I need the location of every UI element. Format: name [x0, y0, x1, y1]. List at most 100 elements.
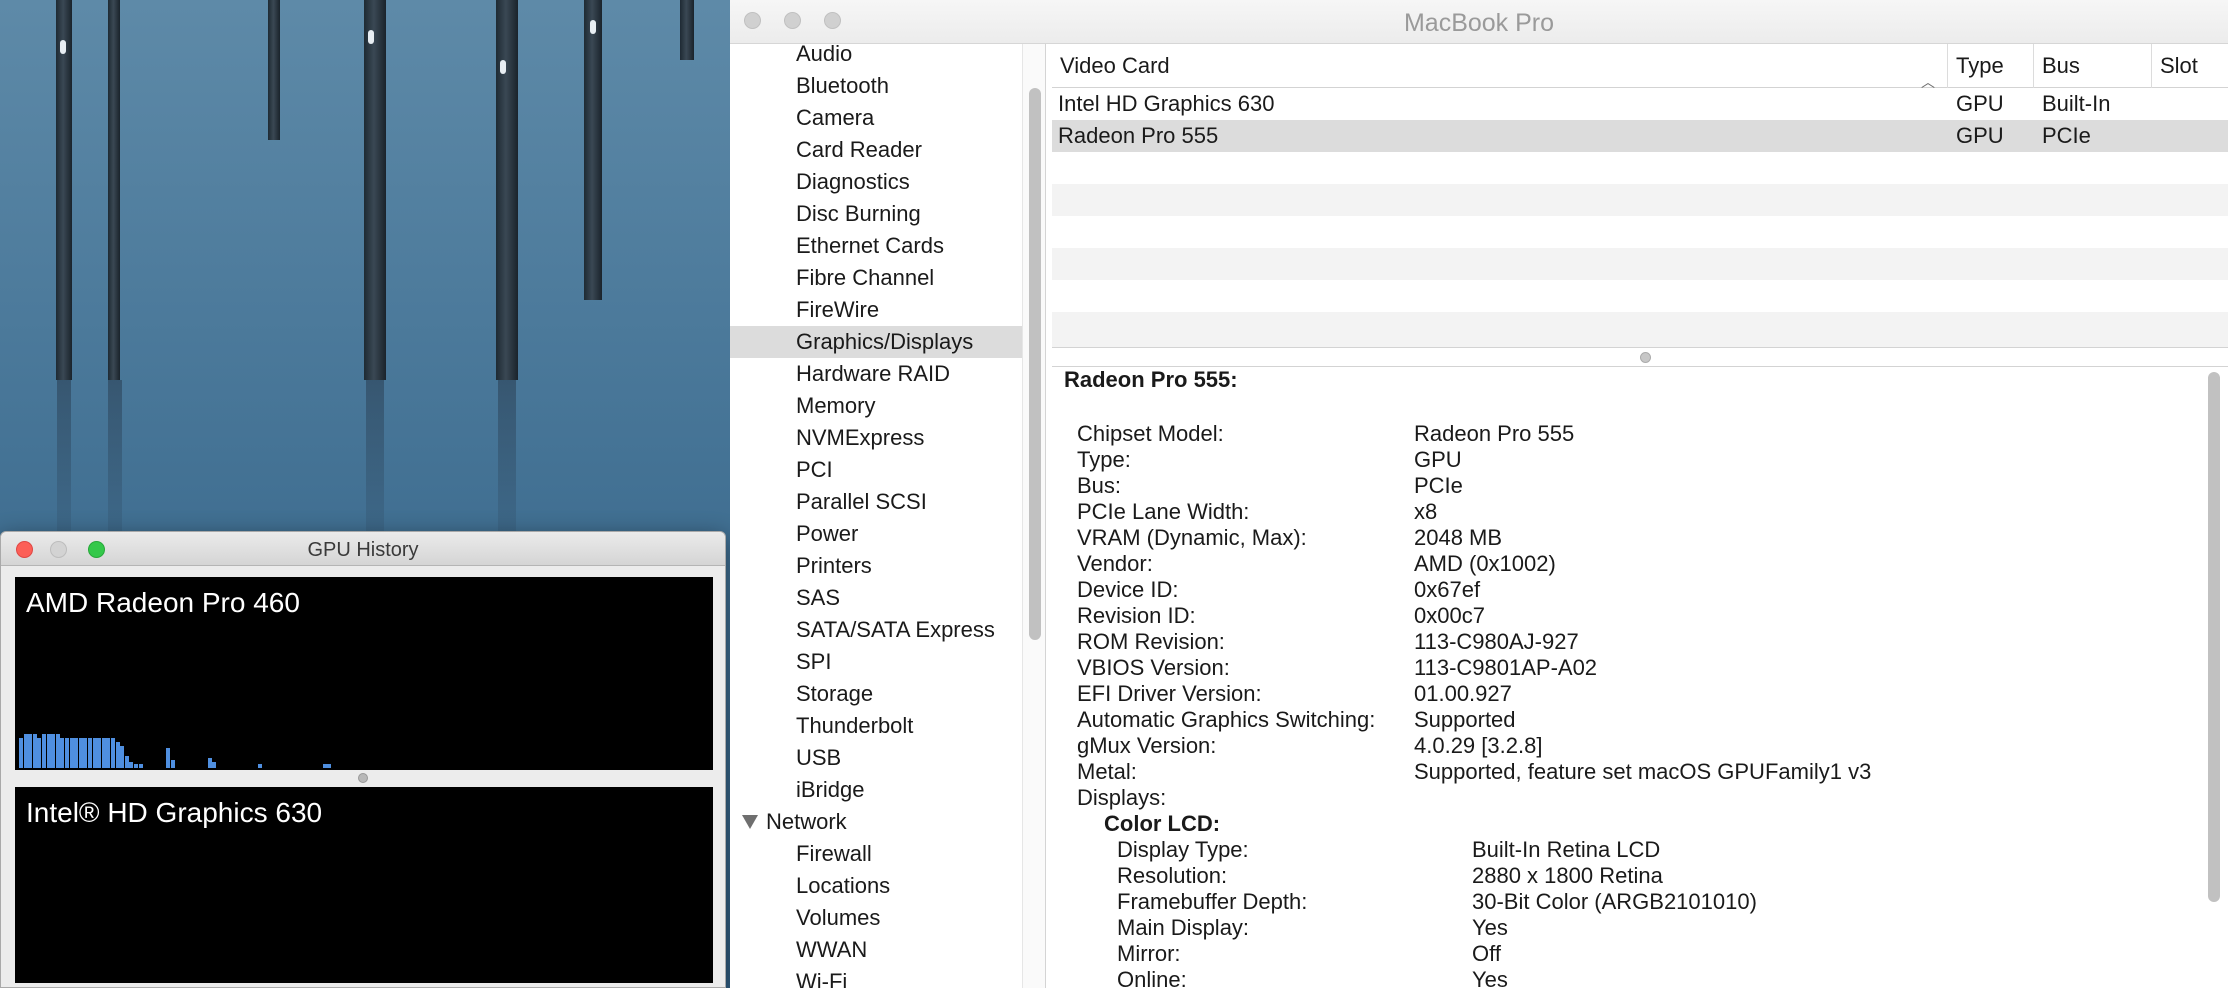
sidebar-item-label: Camera	[796, 105, 875, 130]
detail-value: PCIe	[1414, 473, 1463, 498]
sidebar-item-label: SATA/SATA Express	[796, 617, 995, 642]
sidebar-item-disc-burning[interactable]: Disc Burning	[730, 198, 1022, 230]
sidebar-item-firewall[interactable]: Firewall	[730, 838, 1022, 870]
window-titlebar[interactable]: MacBook Pro	[730, 0, 2228, 44]
column-header-type[interactable]: Type	[1948, 44, 2034, 88]
gpu-activity-bar	[120, 746, 125, 768]
sidebar-scroll-thumb[interactable]	[1029, 88, 1041, 640]
sidebar-item-wwan[interactable]: WWAN	[730, 934, 1022, 966]
sidebar-item-memory[interactable]: Memory	[730, 390, 1022, 422]
display-detail-key: Framebuffer Depth:	[1117, 889, 1308, 914]
sidebar-item-label: Printers	[796, 553, 872, 578]
sidebar-item-hardware-raid[interactable]: Hardware RAID	[730, 358, 1022, 390]
tree-trunk	[364, 0, 386, 380]
sidebar-item-ethernet-cards[interactable]: Ethernet Cards	[730, 230, 1022, 262]
sidebar-item-printers[interactable]: Printers	[730, 550, 1022, 582]
detail-value: 4.0.29 [3.2.8]	[1414, 733, 1543, 758]
detail-value: x8	[1414, 499, 1438, 524]
detail-heading: Radeon Pro 555:	[1064, 367, 1238, 392]
detail-value: Supported, feature set macOS GPUFamily1 …	[1414, 759, 1872, 784]
sidebar-item-label: Thunderbolt	[796, 713, 914, 738]
sidebar-item-sas[interactable]: SAS	[730, 582, 1022, 614]
gpu-activity-bar	[69, 738, 74, 768]
sidebar-item-camera[interactable]: Camera	[730, 102, 1022, 134]
detail-value: Radeon Pro 555	[1414, 421, 1575, 446]
video-card-table: Video Card ︿ Type Bus Slot Intel HD Grap…	[1052, 44, 2228, 347]
disclosure-triangle-icon[interactable]	[742, 815, 758, 829]
gpu-activity-bar	[19, 738, 23, 768]
cell-type: GPU	[1956, 91, 2004, 116]
column-header-slot[interactable]: Slot	[2152, 44, 2228, 88]
table-row[interactable]: Intel HD Graphics 630 GPU Built-In	[1052, 88, 2228, 120]
sidebar-item-firewire[interactable]: FireWire	[730, 294, 1022, 326]
gpu-history-window: GPU History AMD Radeon Pro 460 Intel® HD…	[0, 531, 726, 988]
gpu-activity-bar	[42, 734, 46, 768]
gpu-activity-bar	[124, 756, 129, 768]
sidebar-item-nvmexpress[interactable]: NVMExpress	[730, 422, 1022, 454]
column-header-video-card[interactable]: Video Card ︿	[1052, 44, 1948, 90]
sidebar-item-label: WWAN	[796, 937, 868, 962]
table-row[interactable]: Radeon Pro 555 GPU PCIe	[1052, 120, 2228, 152]
sidebar-item-usb[interactable]: USB	[730, 742, 1022, 774]
gpu-activity-bar	[28, 734, 33, 768]
gpu-activity-bar	[327, 764, 332, 768]
sidebar-item-label: Power	[796, 521, 859, 546]
detail-key: PCIe Lane Width:	[1077, 499, 1250, 524]
detail-key: VBIOS Version:	[1077, 655, 1230, 680]
sidebar-item-power[interactable]: Power	[730, 518, 1022, 550]
split-handle[interactable]	[358, 773, 368, 783]
sidebar-item-network[interactable]: Network	[730, 806, 1022, 838]
sidebar-item-sata-sata-express[interactable]: SATA/SATA Express	[730, 614, 1022, 646]
sidebar-item-card-reader[interactable]: Card Reader	[730, 134, 1022, 166]
sidebar-item-label: Fibre Channel	[796, 265, 935, 290]
gpu-activity-bar	[51, 734, 56, 768]
gpu-activity-bar	[101, 738, 106, 768]
sidebar-item-diagnostics[interactable]: Diagnostics	[730, 166, 1022, 198]
sidebar-item-label: SPI	[796, 649, 832, 674]
sidebar-item-audio[interactable]: Audio	[730, 44, 1022, 70]
sidebar-item-spi[interactable]: SPI	[730, 646, 1022, 678]
sidebar-item-thunderbolt[interactable]: Thunderbolt	[730, 710, 1022, 742]
sidebar-item-fibre-channel[interactable]: Fibre Channel	[730, 262, 1022, 294]
cell-bus: PCIe	[2042, 123, 2091, 148]
detail-key: EFI Driver Version:	[1077, 681, 1262, 706]
sidebar-item-label: NVMExpress	[796, 425, 925, 450]
detail-scroll-thumb[interactable]	[2208, 372, 2220, 902]
column-header-bus[interactable]: Bus	[2034, 44, 2152, 88]
gpu-activity-bar	[170, 760, 175, 768]
gpu-history-titlebar[interactable]: GPU History	[1, 532, 725, 566]
display-detail-value: Built-In Retina LCD	[1472, 837, 1661, 862]
sidebar-item-label: Disc Burning	[796, 201, 921, 226]
gpu-activity-bar	[111, 738, 115, 768]
sidebar-item-label: Memory	[796, 393, 876, 418]
sidebar-item-locations[interactable]: Locations	[730, 870, 1022, 902]
detail-key: Revision ID:	[1077, 603, 1196, 628]
gpu-activity-bar	[115, 742, 120, 768]
sidebar-item-label: Volumes	[796, 905, 881, 930]
pane-splitter[interactable]	[1052, 347, 2228, 367]
split-handle[interactable]	[1640, 352, 1651, 363]
sidebar-item-pci[interactable]: PCI	[730, 454, 1022, 486]
display-detail-key: Resolution:	[1117, 863, 1228, 888]
cell-video-card: Radeon Pro 555	[1058, 123, 1219, 148]
display-detail-value: Yes	[1472, 967, 1508, 988]
snow-patch	[500, 60, 506, 74]
detail-value: Supported	[1414, 707, 1516, 732]
sidebar-item-parallel-scsi[interactable]: Parallel SCSI	[730, 486, 1022, 518]
sidebar-item-ibridge[interactable]: iBridge	[730, 774, 1022, 806]
sidebar-item-volumes[interactable]: Volumes	[730, 902, 1022, 934]
sidebar-item-label: Firewall	[796, 841, 872, 866]
gpu-history-title: GPU History	[307, 539, 419, 561]
gpu-activity-bar	[258, 764, 263, 768]
detail-value: 0x00c7	[1414, 603, 1485, 628]
display-detail-value: 30-Bit Color (ARGB2101010)	[1472, 889, 1757, 914]
display-detail-key: Main Display:	[1117, 915, 1250, 940]
sidebar-item-storage[interactable]: Storage	[730, 678, 1022, 710]
sidebar-item-graphics-displays[interactable]: Graphics/Displays	[730, 326, 1022, 358]
tree-trunk	[108, 0, 120, 380]
sidebar-item-bluetooth[interactable]: Bluetooth	[730, 70, 1022, 102]
sidebar-item-wi-fi[interactable]: Wi-Fi	[730, 966, 1022, 988]
detail-key: Displays:	[1077, 785, 1167, 810]
sidebar-item-label: Diagnostics	[796, 169, 910, 194]
column-header-label: Video Card	[1060, 53, 1170, 78]
